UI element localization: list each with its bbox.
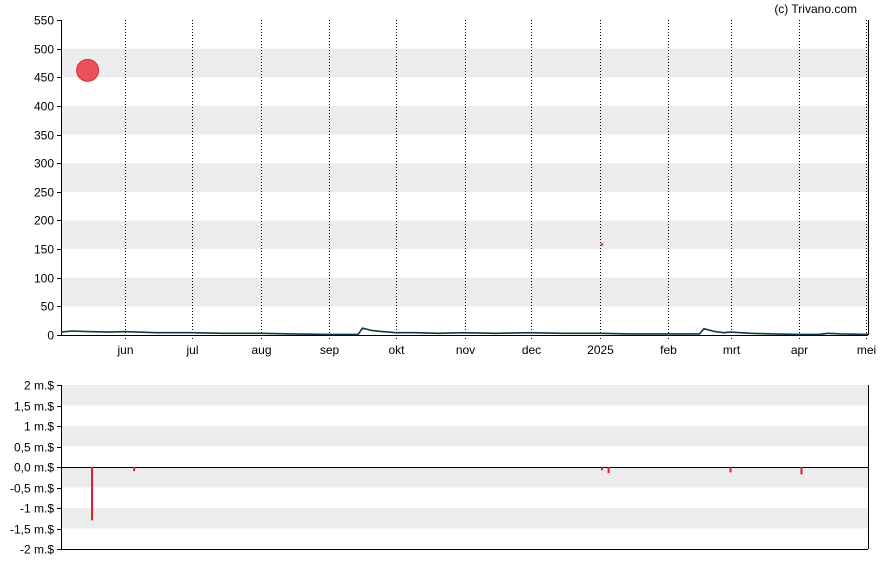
volume-bar — [91, 467, 94, 521]
grid-band — [61, 48, 868, 78]
y-tick-label: 550 — [34, 14, 54, 28]
x-tick-label: okt — [388, 343, 405, 357]
volume-bar — [729, 467, 732, 473]
grid-band — [61, 467, 868, 488]
y-tick-label: 350 — [34, 129, 54, 143]
grid-band — [61, 277, 868, 307]
y-tick-label: -1,5 m.$ — [10, 523, 54, 537]
grid-band — [61, 220, 868, 250]
credit-text: (c) Trivano.com — [774, 2, 857, 16]
volume-chart: -2 m.$ -1,5 m.$ -1 m.$ -0,5 m.$ 0,0 m.$ 0,5 m… — [10, 379, 869, 557]
grid-band — [61, 508, 868, 529]
price-line — [60, 327, 869, 336]
y-tick-label: -1 m.$ — [20, 502, 54, 516]
y-tick-label: -0,5 m.$ — [10, 482, 54, 496]
grid-band — [61, 163, 868, 192]
trade-marker — [76, 58, 100, 82]
grid-band — [61, 105, 868, 135]
grid-band — [61, 426, 868, 447]
y-tick-label: 200 — [34, 214, 54, 228]
x-tick-label: jul — [185, 343, 198, 357]
y-tick-label: 0,5 m.$ — [14, 441, 54, 455]
x-tick-label: aug — [251, 343, 271, 357]
x-tick-label: sep — [320, 343, 340, 357]
x-tick-label: mei — [857, 343, 876, 357]
y-tick-label: 0,0 m.$ — [14, 461, 54, 475]
y-tick-label: 2 m.$ — [24, 379, 54, 393]
y-tick-label: 50 — [41, 300, 55, 314]
y-tick-label: 400 — [34, 100, 54, 114]
y-tick-label: 150 — [34, 243, 54, 257]
y-tick-label: 1 m.$ — [24, 420, 54, 434]
volume-bar — [600, 467, 603, 471]
chart-stage: (c) Trivano.com jun jul aug sep okt nov dec 202… — [0, 0, 888, 565]
x-tick-label: 2025 — [587, 343, 614, 357]
y-tick-label: 100 — [34, 272, 54, 286]
price-chart: jun jul aug sep okt nov dec 2025 feb mrt apr mei 0 50… — [34, 14, 876, 358]
trade-marker — [600, 243, 604, 247]
volume-bar — [133, 467, 136, 472]
x-tick-label: dec — [522, 343, 541, 357]
x-tick-label: nov — [456, 343, 475, 357]
x-tick-label: mrt — [723, 343, 741, 357]
x-tick-label: apr — [791, 343, 808, 357]
volume-bar — [607, 467, 610, 474]
y-tick-label: 250 — [34, 186, 54, 200]
y-tick-label: -2 m.$ — [20, 543, 54, 557]
x-tick-label: jun — [116, 343, 133, 357]
y-tick-label: 1,5 m.$ — [14, 400, 54, 414]
y-tick-label: 0 — [47, 329, 54, 343]
x-tick-label: feb — [660, 343, 677, 357]
y-tick-label: 500 — [34, 43, 54, 57]
grid-band — [61, 385, 868, 406]
volume-bar — [800, 467, 803, 475]
chart-canvas: (c) Trivano.com jun jul aug sep okt nov dec 202… — [10, 2, 876, 557]
y-tick-label: 300 — [34, 157, 54, 171]
y-tick-label: 450 — [34, 71, 54, 85]
